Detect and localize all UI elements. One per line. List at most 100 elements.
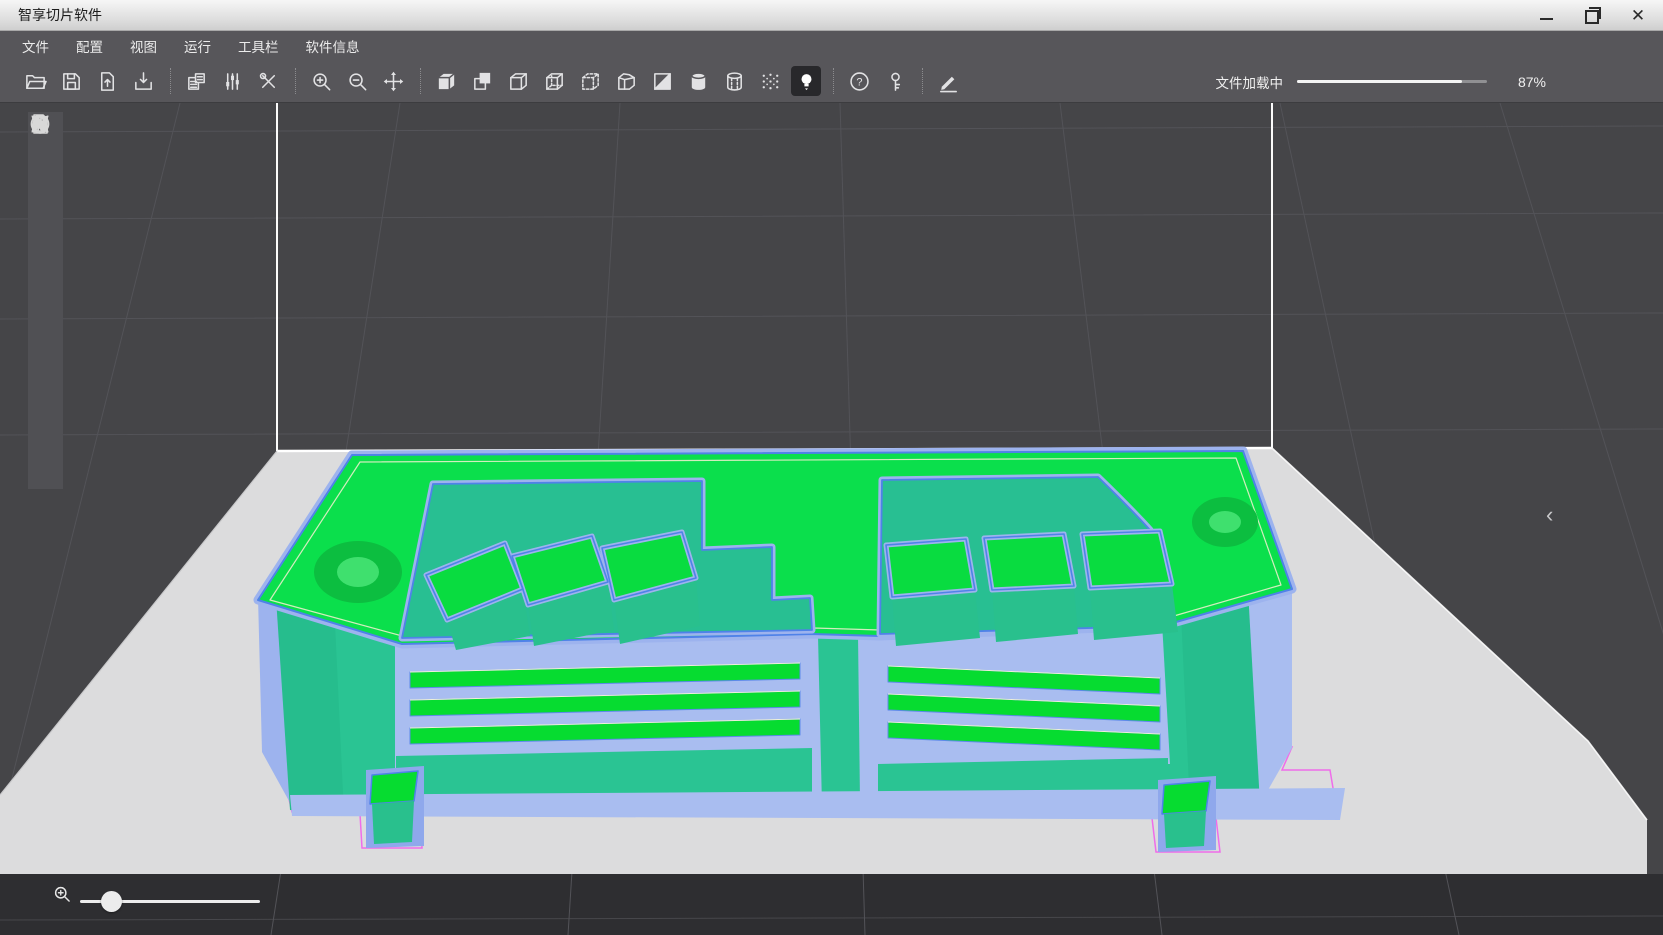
- view-overhang-icon: [471, 70, 494, 93]
- view-cylinder-icon: [687, 70, 710, 93]
- zoom-out-icon: [346, 70, 369, 93]
- view-solid-button[interactable]: [431, 66, 461, 96]
- menu-bar: 文件 配置 视图 运行 工具栏 软件信息: [0, 31, 1663, 60]
- annotate-pen-button[interactable]: [933, 66, 963, 96]
- export-model-button[interactable]: [128, 66, 158, 96]
- view-point-cloud-icon: [759, 70, 782, 93]
- model-center-rib: [818, 634, 860, 806]
- menu-item-4[interactable]: 工具栏: [238, 36, 279, 56]
- machine-tools-icon: [257, 70, 280, 93]
- view-open-box-icon: [615, 70, 638, 93]
- viewport-3d[interactable]: ‹: [0, 103, 1663, 935]
- pan-hand-button[interactable]: [31, 248, 61, 281]
- zoom-in-icon[interactable]: [266, 890, 288, 912]
- zoom-in-icon: [52, 884, 72, 904]
- toolbar-separator: [295, 68, 296, 94]
- view-cylinder-wire-button[interactable]: [719, 66, 749, 96]
- move-view-icon: [382, 70, 405, 93]
- license-key-button[interactable]: [880, 66, 910, 96]
- view-section-icon: [651, 70, 674, 93]
- side-toolbar: [28, 112, 63, 489]
- view-wireframe-button[interactable]: [539, 66, 569, 96]
- zoom-in-icon: [310, 70, 333, 93]
- save-file-button[interactable]: [56, 66, 86, 96]
- toolbar-separator: [922, 68, 923, 94]
- select-cursor-button[interactable]: [31, 380, 61, 413]
- toolbar-separator: [170, 68, 171, 94]
- save-file-icon: [60, 70, 83, 93]
- view-solid-icon: [435, 70, 458, 93]
- open-file-icon: [24, 70, 47, 93]
- menu-item-3[interactable]: 运行: [184, 36, 211, 56]
- help-button[interactable]: ?: [844, 66, 874, 96]
- minimize-button[interactable]: [1535, 5, 1557, 27]
- printer-config-icon: [185, 70, 208, 93]
- view-xray-icon: [579, 70, 602, 93]
- model-right-wall: [1180, 590, 1262, 808]
- view-point-cloud-button[interactable]: [755, 66, 785, 96]
- view-perspective-icon: [507, 70, 530, 93]
- support-edit-button[interactable]: [31, 446, 61, 479]
- scale-model-button[interactable]: [31, 347, 61, 380]
- rotate-view-button[interactable]: [31, 281, 61, 314]
- menu-item-2[interactable]: 视图: [130, 36, 157, 56]
- zoom-slider-track[interactable]: [80, 900, 260, 903]
- license-key-icon: [884, 70, 907, 93]
- delete-model-button[interactable]: [31, 215, 61, 248]
- title-bar: 智享切片软件 ✕: [0, 0, 1663, 31]
- import-model-button[interactable]: [92, 66, 122, 96]
- view-open-box-button[interactable]: [611, 66, 641, 96]
- zoom-out-button[interactable]: [342, 66, 372, 96]
- progress-percent: 87%: [1518, 74, 1546, 90]
- toolbar: ? 文件加载中 87%: [0, 60, 1663, 103]
- model-info-button[interactable]: [31, 413, 61, 446]
- view-overhang-button[interactable]: [467, 66, 497, 96]
- zoom-in-button[interactable]: [306, 66, 336, 96]
- progress-fill: [1297, 80, 1462, 83]
- annotate-pen-icon: [937, 70, 960, 93]
- zoom-slider-handle[interactable]: [101, 891, 122, 912]
- toolbar-separator: [833, 68, 834, 94]
- right-panel-toggle[interactable]: ‹: [1546, 504, 1553, 526]
- open-file-button[interactable]: [20, 66, 50, 96]
- toolbar-separator: [420, 68, 421, 94]
- menu-item-0[interactable]: 文件: [22, 36, 49, 56]
- progress-label: 文件加载中: [1216, 72, 1284, 92]
- light-toggle-button[interactable]: [791, 66, 821, 96]
- parameter-settings-button[interactable]: [217, 66, 247, 96]
- menu-item-5[interactable]: 软件信息: [306, 36, 360, 56]
- close-button[interactable]: ✕: [1627, 5, 1649, 27]
- mirror-model-button[interactable]: [31, 314, 61, 347]
- view-section-button[interactable]: [647, 66, 677, 96]
- model-foot-right: [1158, 776, 1216, 852]
- view-perspective-button[interactable]: [503, 66, 533, 96]
- view-cylinder-wire-icon: [723, 70, 746, 93]
- window-controls: ✕: [1535, 0, 1649, 31]
- view-xray-button[interactable]: [575, 66, 605, 96]
- machine-tools-button[interactable]: [253, 66, 283, 96]
- printer-config-button[interactable]: [181, 66, 211, 96]
- svg-text:?: ?: [856, 76, 862, 88]
- support-edit-icon: [28, 112, 52, 136]
- move-view-button[interactable]: [378, 66, 408, 96]
- model-foot-left: [366, 766, 424, 848]
- parameter-settings-icon: [221, 70, 244, 93]
- model-3d[interactable]: [258, 451, 1345, 852]
- add-model-button[interactable]: [31, 182, 61, 215]
- minimize-icon: [1540, 18, 1553, 20]
- app-window: { "window": { "title": "智享切片软件", "contro…: [0, 0, 1663, 935]
- screw-boss-left: [314, 541, 402, 603]
- restore-icon: [1585, 10, 1599, 24]
- progress-bar: [1297, 80, 1487, 83]
- scene-canvas[interactable]: [0, 103, 1663, 935]
- help-icon: ?: [848, 70, 871, 93]
- view-wireframe-icon: [543, 70, 566, 93]
- menu-item-1[interactable]: 配置: [76, 36, 103, 56]
- undo-button[interactable]: [31, 149, 61, 182]
- pillars-right: [886, 531, 1178, 646]
- view-cylinder-button[interactable]: [683, 66, 713, 96]
- zoom-control: [52, 884, 292, 918]
- restore-button[interactable]: [1581, 5, 1603, 27]
- file-loading-progress: 文件加载中 87%: [1203, 60, 1663, 103]
- light-toggle-icon: [795, 70, 818, 93]
